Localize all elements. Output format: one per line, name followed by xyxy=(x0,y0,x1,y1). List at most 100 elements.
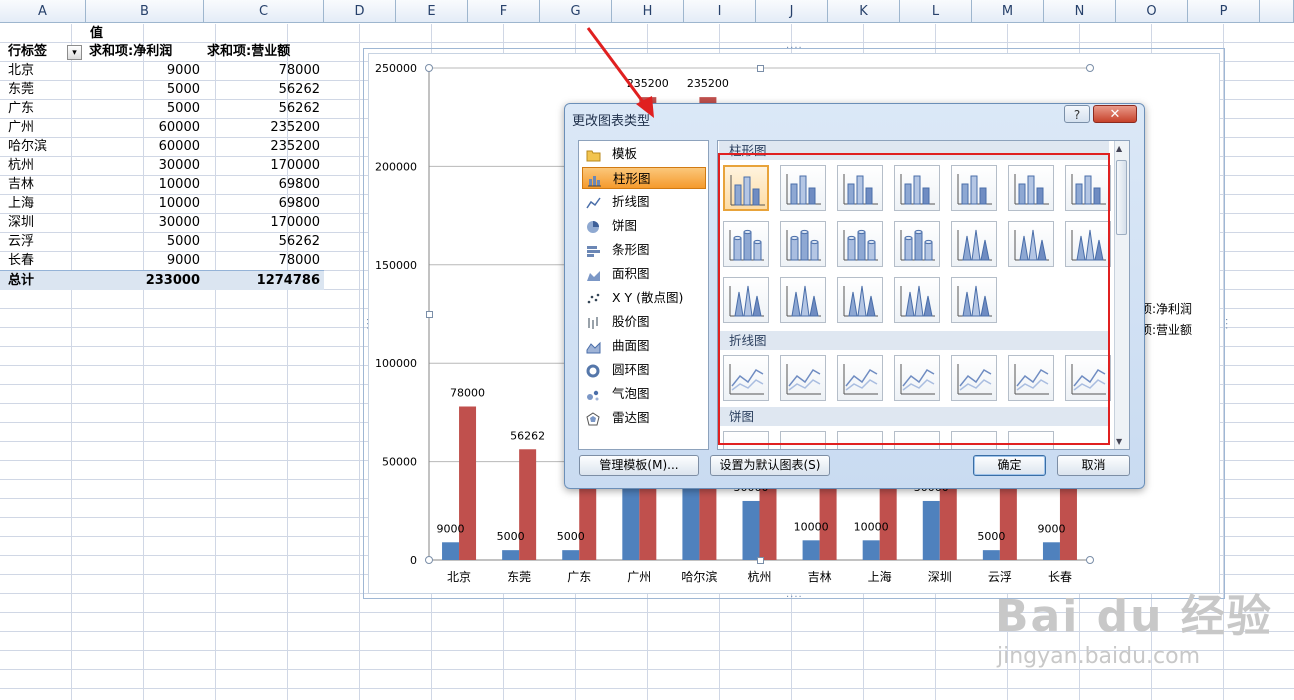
pivot-revenue-cell[interactable]: 69800 xyxy=(204,194,324,213)
pivot-revenue-cell[interactable]: 235200 xyxy=(204,118,324,137)
x-category-label[interactable]: 上海 xyxy=(868,569,892,584)
bar-series1[interactable] xyxy=(562,550,580,560)
category-item-folder[interactable]: 模板 xyxy=(582,143,706,165)
pivot-revenue-cell[interactable]: 56262 xyxy=(204,80,324,99)
category-item-radar-chart[interactable]: 雷达图 xyxy=(582,407,706,429)
plot-handle-bm[interactable] xyxy=(757,557,764,564)
column-header-m[interactable]: M xyxy=(972,0,1044,23)
pivot-profit-cell[interactable]: 10000 xyxy=(86,194,204,213)
pivot-revenue-cell[interactable]: 56262 xyxy=(204,232,324,251)
pivot-profit-cell[interactable]: 5000 xyxy=(86,232,204,251)
data-label-series1[interactable]: 5000 xyxy=(557,530,585,543)
bar-series2[interactable] xyxy=(459,406,477,560)
data-label-series2[interactable]: 78000 xyxy=(450,386,485,399)
x-category-label[interactable]: 吉林 xyxy=(808,570,832,584)
pivot-revenue-cell[interactable]: 170000 xyxy=(204,156,324,175)
plot-handle-bl[interactable] xyxy=(425,556,433,564)
data-label-series1[interactable]: 10000 xyxy=(854,520,889,533)
pivot-revenue-cell[interactable]: 78000 xyxy=(204,61,324,80)
pivot-revenue-cell[interactable]: 235200 xyxy=(204,137,324,156)
pivot-profit-cell[interactable]: 60000 xyxy=(86,137,204,156)
data-label-series1[interactable]: 10000 xyxy=(794,520,829,533)
pivot-profit-cell[interactable]: 5000 xyxy=(86,99,204,118)
category-item-column-chart[interactable]: 柱形图 xyxy=(582,167,706,189)
column-header-e[interactable]: E xyxy=(396,0,468,23)
column-header-c[interactable]: C xyxy=(204,0,324,23)
pivot-city-cell[interactable]: 吉林 xyxy=(8,175,86,194)
pivot-profit-cell[interactable]: 9000 xyxy=(86,61,204,80)
pivot-profit-cell[interactable]: 10000 xyxy=(86,175,204,194)
bar-series1[interactable] xyxy=(502,550,520,560)
gallery-scroll-thumb[interactable] xyxy=(1116,160,1127,235)
close-button[interactable]: ✕ xyxy=(1093,105,1137,123)
x-category-label[interactable]: 深圳 xyxy=(928,570,952,584)
pivot-revenue-cell[interactable]: 56262 xyxy=(204,99,324,118)
data-label-series1[interactable]: 5000 xyxy=(977,530,1005,543)
pivot-city-cell[interactable]: 上海 xyxy=(8,194,86,213)
category-item-stock-chart[interactable]: 股价图 xyxy=(582,311,706,333)
pivot-city-cell[interactable]: 北京 xyxy=(8,61,86,80)
x-category-label[interactable]: 哈尔滨 xyxy=(681,569,717,584)
column-header-d[interactable]: D xyxy=(324,0,396,23)
x-category-label[interactable]: 东莞 xyxy=(507,570,531,584)
column-header-l[interactable]: L xyxy=(900,0,972,23)
bar-series1[interactable] xyxy=(862,540,880,560)
data-label-series2[interactable]: 235200 xyxy=(687,77,729,90)
row-label-filter-button[interactable]: ▾ xyxy=(67,45,82,60)
pivot-profit-cell[interactable]: 5000 xyxy=(86,80,204,99)
manage-templates-button[interactable]: 管理模板(M)... xyxy=(579,455,699,476)
ok-button[interactable]: 确定 xyxy=(973,455,1046,476)
chart-resize-bottom[interactable]: ···· xyxy=(786,593,803,603)
column-header-g[interactable]: G xyxy=(540,0,612,23)
column-header-j[interactable]: J xyxy=(756,0,828,23)
column-header-f[interactable]: F xyxy=(468,0,540,23)
data-label-series2[interactable]: 56262 xyxy=(510,429,545,442)
column-header-extra[interactable] xyxy=(1260,0,1294,23)
column-header-k[interactable]: K xyxy=(828,0,900,23)
plot-handle-tl[interactable] xyxy=(425,64,433,72)
pivot-city-cell[interactable]: 广东 xyxy=(8,99,86,118)
pivot-city-cell[interactable]: 深圳 xyxy=(8,213,86,232)
pivot-revenue-cell[interactable]: 78000 xyxy=(204,251,324,270)
category-item-area-chart[interactable]: 面积图 xyxy=(582,263,706,285)
column-header-h[interactable]: H xyxy=(612,0,684,23)
pivot-city-cell[interactable]: 云浮 xyxy=(8,232,86,251)
category-item-bubble-chart[interactable]: 气泡图 xyxy=(582,383,706,405)
set-default-chart-button[interactable]: 设置为默认图表(S) xyxy=(710,455,830,476)
data-label-series1[interactable]: 9000 xyxy=(437,522,465,535)
chart-resize-right[interactable]: ··· xyxy=(1220,318,1231,331)
bar-series1[interactable] xyxy=(442,542,460,560)
column-header-o[interactable]: O xyxy=(1116,0,1188,23)
pivot-city-cell[interactable]: 东莞 xyxy=(8,80,86,99)
column-header-p[interactable]: P xyxy=(1188,0,1260,23)
plot-handle-ml[interactable] xyxy=(426,311,433,318)
column-header-a[interactable]: A xyxy=(0,0,86,23)
column-header-n[interactable]: N xyxy=(1044,0,1116,23)
scroll-up-arrow-icon[interactable]: ▲ xyxy=(1116,144,1122,153)
chart-resize-top[interactable]: ···· xyxy=(786,44,803,54)
pivot-city-cell[interactable]: 长春 xyxy=(8,251,86,270)
data-label-series1[interactable]: 9000 xyxy=(1037,522,1065,535)
scroll-down-arrow-icon[interactable]: ▼ xyxy=(1116,437,1122,446)
bar-series1[interactable] xyxy=(742,500,760,560)
bar-series2[interactable] xyxy=(519,449,537,560)
x-category-label[interactable]: 广州 xyxy=(627,570,651,584)
category-item-doughnut-chart[interactable]: 圆环图 xyxy=(582,359,706,381)
column-header-b[interactable]: B xyxy=(86,0,204,23)
legend-entry[interactable]: 项:净利润 xyxy=(1140,302,1192,316)
data-label-series1[interactable]: 5000 xyxy=(497,530,525,543)
pivot-revenue-cell[interactable]: 69800 xyxy=(204,175,324,194)
plot-handle-br[interactable] xyxy=(1086,556,1094,564)
category-item-line-chart[interactable]: 折线图 xyxy=(582,191,706,213)
pivot-profit-cell[interactable]: 30000 xyxy=(86,156,204,175)
bar-series1[interactable] xyxy=(982,550,1000,560)
plot-handle-tm[interactable] xyxy=(757,65,764,72)
x-category-label[interactable]: 广东 xyxy=(567,570,591,584)
category-item-scatter-chart[interactable]: X Y (散点图) xyxy=(582,287,706,309)
column-header-i[interactable]: I xyxy=(684,0,756,23)
category-item-pie-chart[interactable]: 饼图 xyxy=(582,215,706,237)
x-category-label[interactable]: 北京 xyxy=(447,570,471,584)
help-button[interactable]: ? xyxy=(1064,105,1090,123)
category-item-bar-chart[interactable]: 条形图 xyxy=(582,239,706,261)
pivot-profit-cell[interactable]: 60000 xyxy=(86,118,204,137)
